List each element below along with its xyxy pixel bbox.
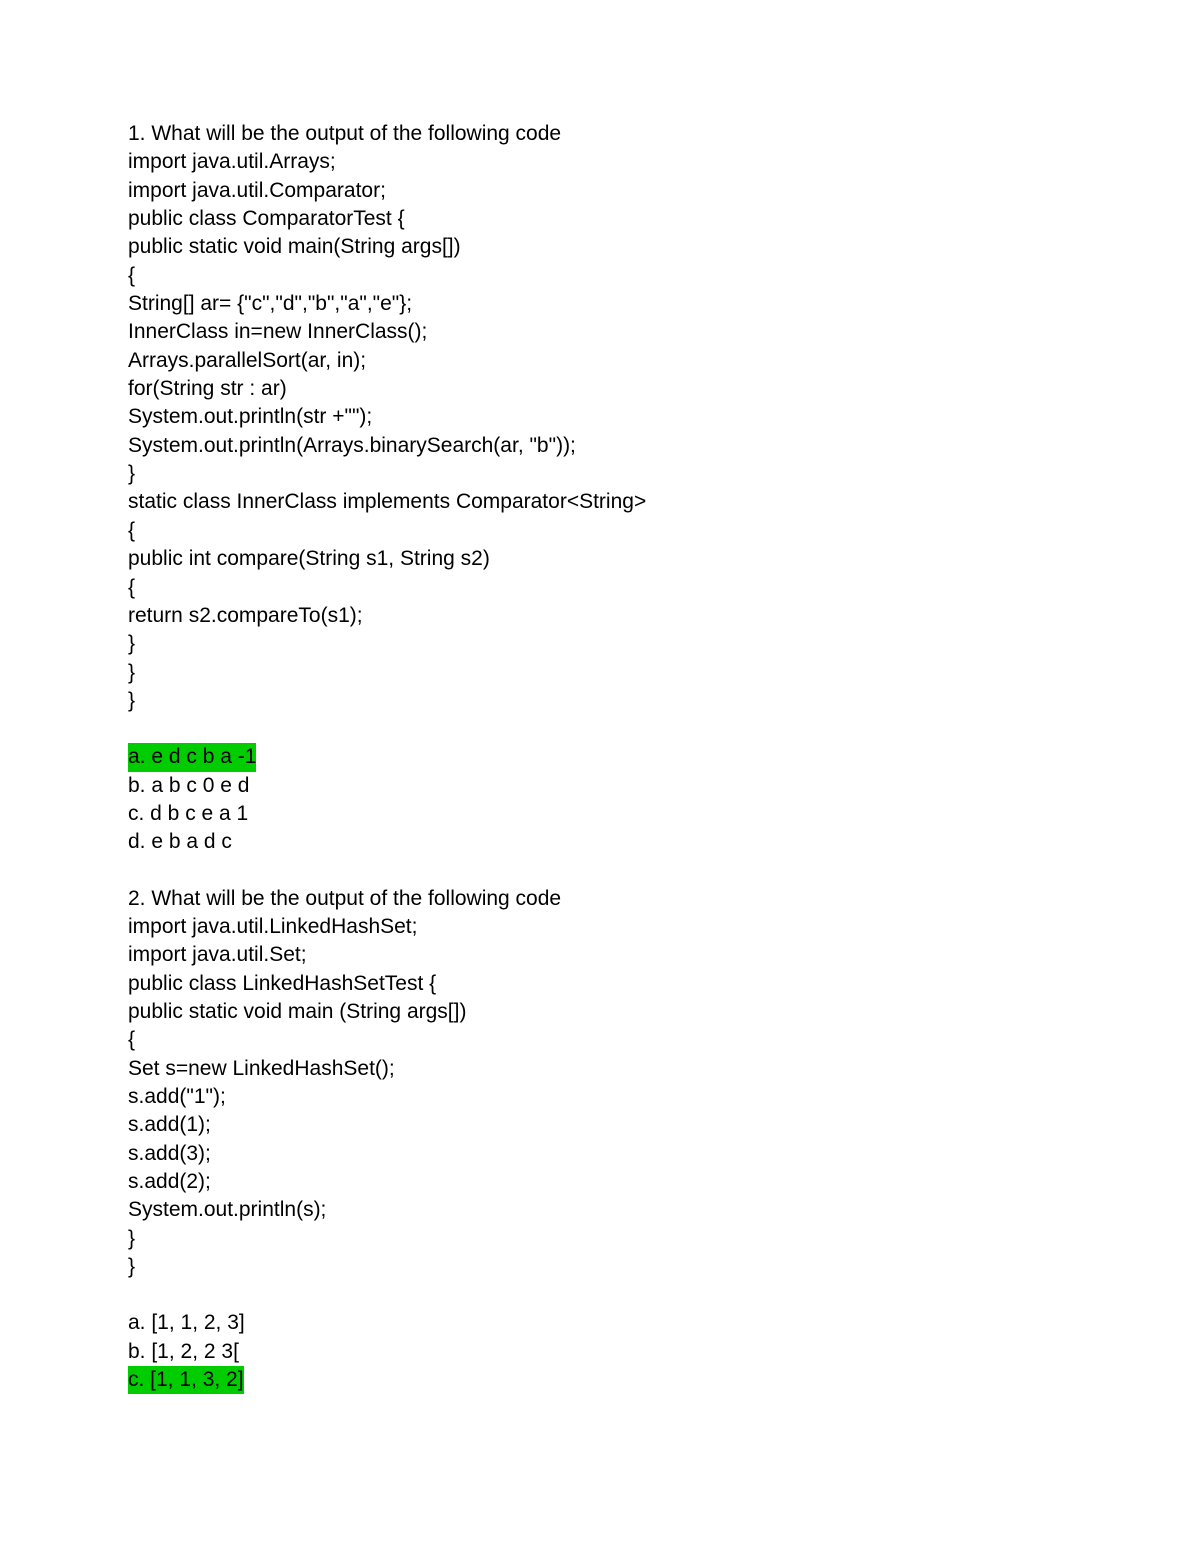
code-line: } xyxy=(128,687,1072,715)
code-line: Set s=new LinkedHashSet(); xyxy=(128,1055,1072,1083)
code-line: System.out.println(Arrays.binarySearch(a… xyxy=(128,432,1072,460)
question-title: 1. What will be the output of the follow… xyxy=(128,120,1072,148)
question-2: 2. What will be the output of the follow… xyxy=(128,885,1072,1395)
answer-option-b: b. a b c 0 e d xyxy=(128,772,1072,800)
question-title: 2. What will be the output of the follow… xyxy=(128,885,1072,913)
code-line: { xyxy=(128,574,1072,602)
code-line: s.add(2); xyxy=(128,1168,1072,1196)
code-line: s.add(1); xyxy=(128,1111,1072,1139)
answer-option-a: a. [1, 1, 2, 3] xyxy=(128,1309,1072,1337)
code-line: { xyxy=(128,517,1072,545)
code-line: s.add(3); xyxy=(128,1140,1072,1168)
code-line: import java.util.Arrays; xyxy=(128,148,1072,176)
code-line: import java.util.LinkedHashSet; xyxy=(128,913,1072,941)
code-line: import java.util.Comparator; xyxy=(128,177,1072,205)
answer-option-d: d. e b a d c xyxy=(128,828,1072,856)
code-line: public int compare(String s1, String s2) xyxy=(128,545,1072,573)
code-line: InnerClass in=new InnerClass(); xyxy=(128,318,1072,346)
code-line: s.add("1"); xyxy=(128,1083,1072,1111)
question-1: 1. What will be the output of the follow… xyxy=(128,120,1072,857)
code-line: public static void main (String args[]) xyxy=(128,998,1072,1026)
code-line: String[] ar= {"c","d","b","a","e"}; xyxy=(128,290,1072,318)
code-line: } xyxy=(128,1225,1072,1253)
code-line: } xyxy=(128,1253,1072,1281)
code-line: for(String str : ar) xyxy=(128,375,1072,403)
code-line: return s2.compareTo(s1); xyxy=(128,602,1072,630)
code-line: public class LinkedHashSetTest { xyxy=(128,970,1072,998)
code-line: } xyxy=(128,460,1072,488)
code-line: System.out.println(s); xyxy=(128,1196,1072,1224)
code-line: public class ComparatorTest { xyxy=(128,205,1072,233)
code-line: System.out.println(str +""); xyxy=(128,403,1072,431)
answer-option-b: b. [1, 2, 2 3[ xyxy=(128,1338,1072,1366)
code-line: { xyxy=(128,262,1072,290)
code-line: Arrays.parallelSort(ar, in); xyxy=(128,347,1072,375)
code-line: import java.util.Set; xyxy=(128,941,1072,969)
code-line: } xyxy=(128,659,1072,687)
answer-option-c: c. [1, 1, 3, 2] xyxy=(128,1366,244,1394)
code-line: static class InnerClass implements Compa… xyxy=(128,488,1072,516)
code-line: public static void main(String args[]) xyxy=(128,233,1072,261)
answer-option-a: a. e d c b a -1 xyxy=(128,743,256,771)
code-line: { xyxy=(128,1026,1072,1054)
code-line: } xyxy=(128,630,1072,658)
answer-option-c: c. d b c e a 1 xyxy=(128,800,1072,828)
